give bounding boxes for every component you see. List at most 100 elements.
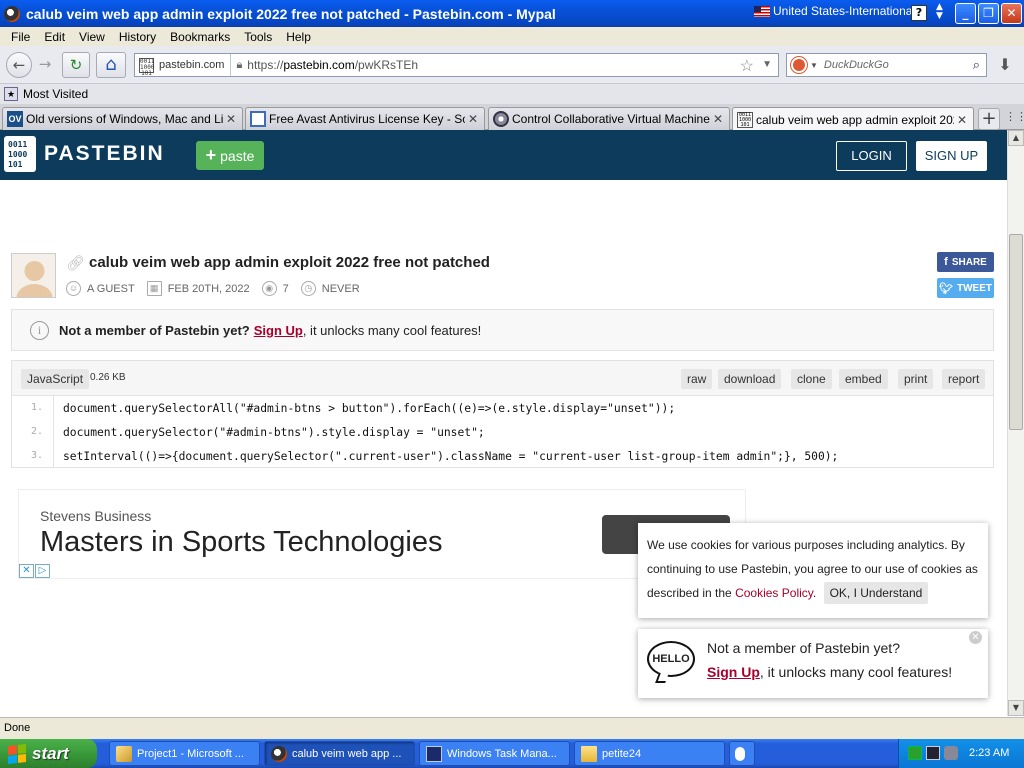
line-number: 1. <box>12 396 54 420</box>
scrollbar-thumb[interactable] <box>1009 234 1023 430</box>
twitter-tweet-button[interactable]: 🐦︎ TWEET <box>937 278 994 298</box>
paste-title: calub veim web app admin exploit 2022 fr… <box>89 254 490 271</box>
menu-history[interactable]: History <box>112 30 163 44</box>
embed-button[interactable]: embed <box>839 369 888 389</box>
facebook-share-button[interactable]: f SHARE <box>937 252 994 272</box>
url-history-dropdown-icon[interactable]: ▼ <box>762 59 772 70</box>
forward-button[interactable]: → <box>33 52 57 78</box>
info-icon: i <box>30 320 49 340</box>
pastebin-favicon-icon: 0011 1000 101 <box>737 111 753 128</box>
new-paste-button[interactable]: + paste <box>196 141 264 170</box>
code-text[interactable]: document.querySelectorAll("#admin-btns >… <box>54 402 675 415</box>
tab-close-icon[interactable]: ✕ <box>465 112 481 126</box>
network-icon[interactable] <box>926 746 940 760</box>
input-language-indicator[interactable]: United States-International <box>754 4 915 18</box>
cookie-consent-popup: We use cookies for various purposes incl… <box>638 523 988 618</box>
search-icon[interactable]: ⌕ <box>973 57 980 73</box>
tab-control-vms[interactable]: Control Collaborative Virtual Machines! … <box>488 107 730 130</box>
taskbar-item-petite24[interactable]: petite24 <box>574 741 725 766</box>
ad-headline[interactable]: Masters in Sports Technologies <box>40 526 442 559</box>
us-flag-icon <box>754 5 770 17</box>
duckduckgo-icon[interactable] <box>791 57 807 73</box>
taskbar-item-task-manager[interactable]: Windows Task Mana... <box>419 741 570 766</box>
page-favicon-icon <box>250 111 266 127</box>
gear-favicon-icon <box>493 111 509 127</box>
oldversion-favicon-icon: OV <box>7 111 23 127</box>
windows-taskbar: start Project1 - Microsoft ... calub vei… <box>0 739 1024 768</box>
tab-list-icon[interactable]: ⋮⋮ <box>1005 110 1024 123</box>
menu-bookmarks[interactable]: Bookmarks <box>163 30 237 44</box>
cookie-accept-button[interactable]: OK, I Understand <box>823 582 929 604</box>
minimize-button[interactable]: _ <box>955 3 976 24</box>
taskbar-clock[interactable]: 2:23 AM <box>969 747 1009 759</box>
report-button[interactable]: report <box>942 369 986 389</box>
facebook-icon: f <box>944 256 948 268</box>
tab-close-icon[interactable]: ✕ <box>954 113 970 127</box>
pastebin-favicon-icon: 0011 1000 101 <box>139 57 155 77</box>
tab-free-avast[interactable]: Free Avast Antivirus License Key - Solv.… <box>245 107 485 130</box>
ad-choices-icon[interactable]: ▷ <box>35 564 50 578</box>
search-bar[interactable]: ▼ DuckDuckGo ⌕ <box>786 53 987 77</box>
menu-help[interactable]: Help <box>279 30 318 44</box>
ad-choices[interactable]: ✕ ▷ <box>19 564 51 579</box>
raw-button[interactable]: raw <box>681 369 713 389</box>
login-button[interactable]: LOGIN <box>836 141 907 171</box>
close-window-button[interactable]: ✕ <box>1001 3 1022 24</box>
menu-tools[interactable]: Tools <box>237 30 279 44</box>
syntax-language-tag[interactable]: JavaScript <box>21 369 90 389</box>
scroll-down-arrow-icon[interactable]: ▼ <box>1008 700 1024 716</box>
new-paste-label: paste <box>220 147 255 164</box>
ad-close-icon[interactable]: ✕ <box>19 564 34 578</box>
address-bar[interactable]: 0011 1000 101 pastebin.com 🔒︎ https://past… <box>134 53 779 77</box>
code-text[interactable]: document.querySelector("#admin-btns").st… <box>54 426 485 439</box>
tab-close-icon[interactable]: ✕ <box>223 112 239 126</box>
taskbar-item-small[interactable] <box>729 741 755 766</box>
most-visited-folder-icon: ★ <box>4 87 18 101</box>
new-tab-button[interactable]: + <box>978 108 1000 130</box>
scroll-up-arrow-icon[interactable]: ▲ <box>1008 130 1024 146</box>
home-button[interactable]: ⌂ <box>96 52 126 78</box>
bookmark-star-icon[interactable]: ☆ <box>740 56 754 76</box>
line-number: 2. <box>12 420 54 444</box>
start-button[interactable]: start <box>0 739 97 768</box>
language-bar-options-icon[interactable]: ▲ ▼ <box>936 3 943 21</box>
pastebin-logo-icon[interactable]: 0011 1000 101 <box>2 134 38 174</box>
advertisement-banner[interactable]: Stevens Business Masters in Sports Techn… <box>18 489 746 579</box>
tab-pastebin-active[interactable]: 0011 1000 101 calub veim web app admin exp… <box>732 107 974 131</box>
tab-close-icon[interactable]: ✕ <box>710 112 726 126</box>
tab-label: calub veim web app admin exploit 2022 ..… <box>756 112 954 127</box>
back-button[interactable]: ← <box>6 52 32 78</box>
folder-icon <box>581 745 597 762</box>
status-bar: Done <box>0 717 1024 739</box>
taskbar-item-browser[interactable]: calub veim web app ... <box>264 741 415 766</box>
search-engine-dropdown-icon[interactable]: ▼ <box>810 61 818 70</box>
volume-icon[interactable] <box>944 746 958 760</box>
cookies-policy-link[interactable]: Cookies Policy <box>735 586 813 600</box>
clone-button[interactable]: clone <box>791 369 832 389</box>
download-button[interactable]: download <box>718 369 782 389</box>
most-visited-bookmark[interactable]: Most Visited <box>23 87 88 101</box>
hello-close-icon[interactable]: ✕ <box>969 631 982 644</box>
menu-edit[interactable]: Edit <box>37 30 72 44</box>
menu-bar: File Edit View History Bookmarks Tools H… <box>0 27 1024 46</box>
hello-signup-link[interactable]: Sign Up <box>707 664 760 680</box>
search-placeholder[interactable]: DuckDuckGo <box>824 59 889 71</box>
url-text[interactable]: https://pastebin.com/pwKRsTEh <box>247 58 418 72</box>
page-scrollbar[interactable]: ▲ ▼ <box>1007 130 1024 716</box>
reload-button[interactable]: ↻ <box>62 52 90 78</box>
print-button[interactable]: print <box>898 369 934 389</box>
code-text[interactable]: setInterval(()=>{document.querySelector(… <box>54 450 838 463</box>
signup-button[interactable]: SIGN UP <box>916 141 987 171</box>
notice-signup-link[interactable]: Sign Up <box>254 323 303 338</box>
taskbar-item-project1[interactable]: Project1 - Microsoft ... <box>109 741 260 766</box>
restore-button[interactable]: ❐ <box>978 3 999 24</box>
pastebin-brand[interactable]: PASTEBIN <box>44 142 165 166</box>
tab-old-versions[interactable]: OV Old versions of Windows, Mac and Linu… <box>2 107 243 130</box>
menu-file[interactable]: File <box>4 30 37 44</box>
help-icon[interactable]: ? <box>911 5 927 21</box>
menu-view[interactable]: View <box>72 30 112 44</box>
ad-brand: Stevens Business <box>40 508 152 524</box>
downloads-button[interactable]: ⬇ <box>990 52 1020 78</box>
tray-green-icon[interactable] <box>908 746 922 760</box>
site-identity-button[interactable]: 0011 1000 101 pastebin.com <box>135 54 232 77</box>
